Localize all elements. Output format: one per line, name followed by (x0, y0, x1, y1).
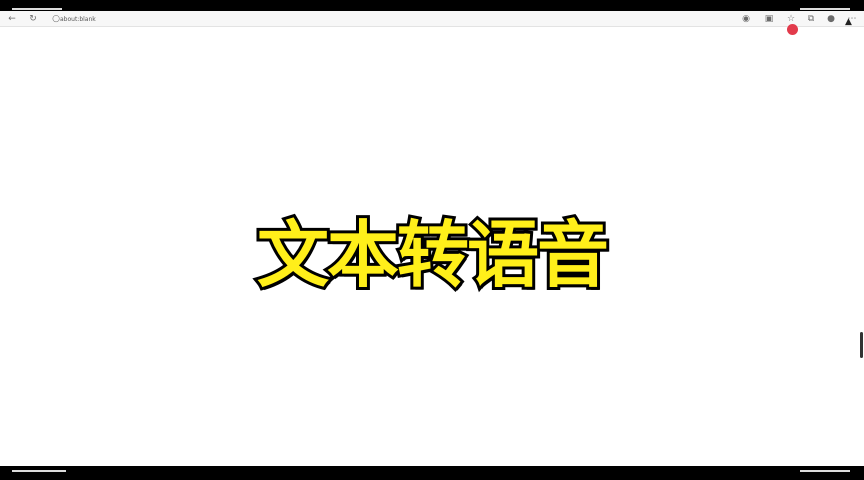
tracking-icon[interactable]: ◉ (740, 13, 752, 25)
top-edge-line (12, 8, 62, 10)
browser-toolbar: ← ↻ ○ about:blank ◉ ▣ ☆ ⧉ ● ⋯ (0, 11, 864, 27)
refresh-icon[interactable]: ↻ (27, 13, 39, 25)
page-content: 文本转语音 (0, 27, 864, 466)
profile-icon[interactable]: ● (825, 13, 837, 25)
reader-icon[interactable]: ▣ (763, 13, 775, 25)
back-icon[interactable]: ← (6, 13, 18, 25)
scrollbar-thumb[interactable] (860, 332, 863, 358)
record-indicator (787, 24, 798, 35)
screen-frame: ← ↻ ○ about:blank ◉ ▣ ☆ ⧉ ● ⋯ 文本转语音 ▲ (0, 0, 864, 480)
bottom-edge-line (12, 470, 66, 472)
bottom-edge-line (800, 470, 850, 472)
browser-window: ← ↻ ○ about:blank ◉ ▣ ☆ ⧉ ● ⋯ 文本转语音 (0, 11, 864, 466)
mouse-cursor-icon: ▲ (845, 17, 852, 27)
bottom-letterbox (0, 466, 864, 480)
address-text: about:blank (60, 15, 96, 23)
address-bar[interactable]: about:blank (60, 13, 740, 25)
collections-icon[interactable]: ⧉ (805, 13, 817, 25)
top-edge-line (800, 8, 850, 10)
page-headline: 文本转语音 (254, 210, 612, 300)
